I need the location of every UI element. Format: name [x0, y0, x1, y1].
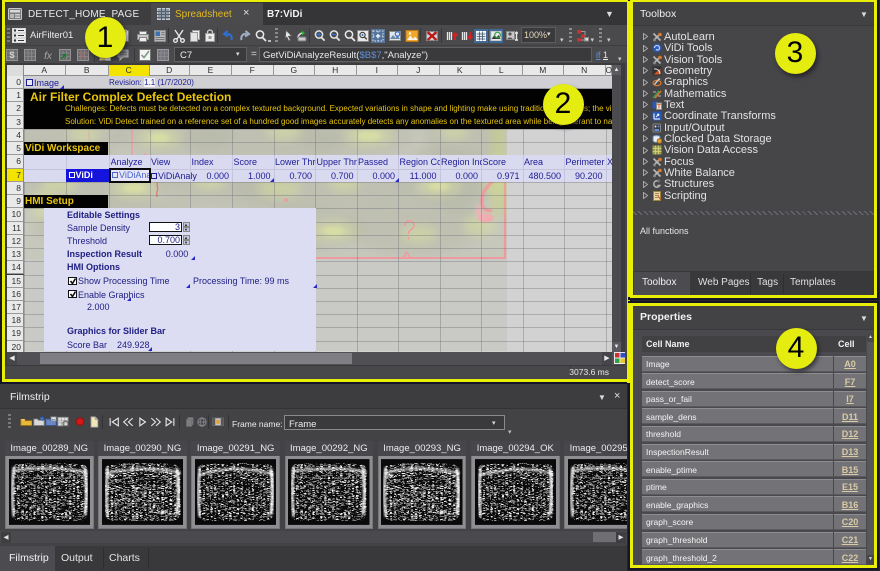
svg-text:$: $: [9, 50, 14, 60]
svg-text:fx: fx: [44, 51, 53, 62]
svg-text:T: T: [657, 103, 661, 110]
